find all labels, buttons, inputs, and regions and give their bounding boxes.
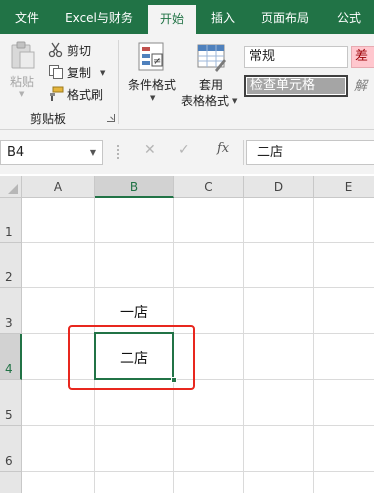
paste-dropdown-icon: ▼	[19, 90, 25, 98]
worksheet-grid[interactable]: A B C D E 1 2 3 4 5 6 一店 二店	[0, 176, 374, 493]
style-check-cell[interactable]: 检查单元格	[244, 75, 348, 97]
clipboard-group-label: 剪贴板	[30, 112, 67, 126]
table-format-label-line1: 套用	[199, 78, 224, 92]
cancel-icon[interactable]: ✕	[144, 142, 156, 158]
style-explanatory[interactable]: 解	[354, 75, 367, 94]
tab-file[interactable]: 文件	[2, 0, 52, 34]
tab-home[interactable]: 开始	[148, 5, 196, 34]
row-header-5[interactable]: 5	[0, 380, 22, 426]
formula-input[interactable]: 二店	[246, 140, 374, 165]
column-header-c[interactable]: C	[174, 176, 244, 198]
row-number: 2	[5, 270, 13, 284]
table-format-label-line2: 表格格式	[181, 94, 230, 108]
cell-b3[interactable]: 一店	[95, 302, 173, 322]
ribbon-tab-bar: 文件 Excel与财务 开始 插入 页面布局 公式	[0, 0, 374, 34]
row-header-6[interactable]: 6	[0, 426, 22, 472]
column-header-a[interactable]: A	[22, 176, 95, 198]
tab-insert[interactable]: 插入	[200, 0, 246, 34]
style-normal[interactable]: 常规	[244, 46, 348, 68]
row-number: 5	[5, 408, 13, 422]
column-header-b[interactable]: B	[95, 176, 174, 198]
conditional-format-icon: ≠	[138, 42, 164, 71]
gridline	[22, 242, 374, 243]
name-box[interactable]: B4 ▼	[0, 140, 103, 165]
cut-button[interactable]: 剪切	[48, 42, 108, 60]
formula-bar-grip-icon	[117, 145, 119, 159]
conditional-format-label: 条件格式	[128, 78, 177, 92]
paste-icon	[11, 41, 35, 69]
style-bad[interactable]: 差	[351, 46, 374, 68]
format-painter-label: 格式刷	[67, 88, 104, 102]
format-painter-button[interactable]: 格式刷	[48, 86, 118, 104]
format-painter-icon	[50, 86, 64, 101]
table-format-icon	[197, 44, 226, 72]
tab-page-layout[interactable]: 页面布局	[252, 0, 318, 34]
column-header-e[interactable]: E	[314, 176, 374, 198]
row-number: 6	[5, 454, 13, 468]
conditional-format-button[interactable]: ≠ 条件格式 ▼	[124, 40, 180, 110]
gridline	[22, 471, 374, 472]
formula-bar: B4 ▼ ✕ ✓ fx 二店	[0, 130, 374, 174]
row-header-4[interactable]: 4	[0, 334, 22, 380]
gridline	[22, 425, 374, 426]
row-header-7[interactable]	[0, 472, 22, 493]
scissors-icon	[48, 42, 63, 58]
tab-formulas[interactable]: 公式	[324, 0, 374, 34]
group-separator	[118, 40, 119, 124]
cut-label: 剪切	[67, 44, 92, 58]
highlight-annotation-box	[68, 325, 195, 390]
enter-icon[interactable]: ✓	[178, 142, 190, 158]
table-format-dropdown-icon: ▼	[232, 97, 238, 105]
copy-icon	[49, 65, 63, 79]
ribbon-home: 粘贴 ▼ 剪切 复制 ▼ 格式刷 剪贴板 ≠ 条件格式 ▼ 套用 表格格式 ▼ …	[0, 34, 374, 130]
row-number: 3	[5, 316, 13, 330]
name-box-value: B4	[7, 145, 25, 160]
column-header-d[interactable]: D	[244, 176, 314, 198]
clipboard-launcher-icon[interactable]	[107, 114, 115, 122]
row-number: 4	[5, 362, 13, 376]
svg-text:≠: ≠	[153, 56, 161, 67]
conditional-format-dropdown-icon: ▼	[150, 94, 156, 102]
row-header-2[interactable]: 2	[0, 243, 22, 288]
row-number: 1	[5, 225, 13, 239]
formula-separator	[243, 140, 244, 165]
gridline	[22, 287, 374, 288]
paste-label: 粘贴	[10, 75, 35, 89]
tab-excel-finance[interactable]: Excel与财务	[57, 0, 141, 34]
row-header-1[interactable]: 1	[0, 198, 22, 243]
insert-function-button[interactable]: fx	[217, 141, 229, 156]
paste-button[interactable]: 粘贴 ▼	[4, 40, 42, 100]
copy-dropdown-icon: ▼	[100, 69, 106, 77]
copy-button[interactable]: 复制 ▼	[48, 64, 118, 82]
select-all-button[interactable]	[0, 176, 22, 198]
row-header-3[interactable]: 3	[0, 288, 22, 334]
copy-label: 复制	[67, 66, 92, 80]
format-as-table-button[interactable]: 套用 表格格式 ▼	[180, 40, 242, 110]
chevron-down-icon[interactable]: ▼	[90, 141, 96, 164]
